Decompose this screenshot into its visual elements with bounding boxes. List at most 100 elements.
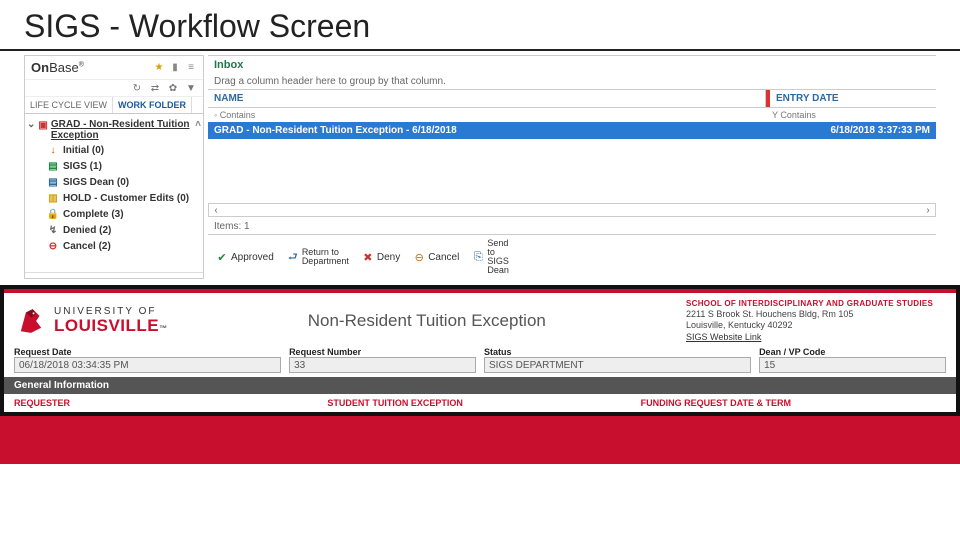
field-dean-code: Dean / VP Code 15 — [759, 347, 946, 373]
scroll-up-icon[interactable]: ˄ — [195, 119, 201, 130]
filter-name[interactable]: ◦ Contains — [208, 108, 766, 122]
column-header-row: NAME ENTRY DATE — [208, 89, 936, 108]
field-label: Request Date — [14, 347, 281, 357]
grid-body — [208, 139, 936, 201]
return-icon: ⮐ — [286, 250, 300, 264]
action-label: Dean — [487, 266, 509, 275]
chevron-down-icon[interactable]: ⌄ — [27, 119, 35, 130]
check-icon: ✔ — [215, 250, 229, 264]
deny-icon: ↯ — [47, 224, 59, 236]
app-container: OnBase® ★ ▮ ≡ ↻ ⇄ ✿ ▼ LIFE CYCLE VIEW WO… — [0, 51, 960, 279]
refresh-icon[interactable]: ↻ — [131, 82, 143, 94]
tree-root[interactable]: ⌄ ▣ GRAD - Non-Resident Tuition Exceptio… — [27, 118, 201, 142]
document-icon: ▤ — [47, 160, 59, 172]
workflow-tree: ⌄ ▣ GRAD - Non-Resident Tuition Exceptio… — [25, 114, 203, 272]
col-requester: REQUESTER — [14, 398, 319, 408]
action-label: Approved — [231, 252, 274, 263]
field-request-number: Request Number 33 — [289, 347, 476, 373]
document-icon: ▤ — [47, 176, 59, 188]
action-return[interactable]: ⮐Return toDepartment — [283, 247, 352, 267]
horizontal-scrollbar[interactable]: ‹ › — [208, 203, 936, 217]
tab-lifecycle[interactable]: LIFE CYCLE VIEW — [25, 97, 113, 113]
tree-root-label: GRAD - Non-Resident Tuition Exception — [51, 119, 192, 141]
field-label: Dean / VP Code — [759, 347, 946, 357]
send-icon: ⎘ — [471, 250, 485, 264]
action-approved[interactable]: ✔Approved — [212, 249, 277, 265]
scroll-left-icon[interactable]: ‹ — [209, 205, 223, 216]
inbox-heading: Inbox — [208, 56, 936, 74]
action-label: Cancel — [428, 252, 459, 263]
gear-icon[interactable]: ✿ — [167, 82, 179, 94]
form-preview: UNIVERSITY OF LOUISVILLE™ Non-Resident T… — [0, 285, 960, 412]
table-row-selected[interactable]: GRAD - Non-Resident Tuition Exception - … — [208, 122, 936, 139]
department-block: SCHOOL OF INTERDISCIPLINARY AND GRADUATE… — [686, 299, 946, 343]
folder-icon: ▣ — [38, 119, 47, 131]
brand-logo: OnBase® — [31, 60, 84, 75]
tree-item-cancel[interactable]: ⊖ Cancel (2) — [47, 238, 201, 254]
items-count: Items: 1 — [208, 219, 936, 234]
tree-item-hold[interactable]: ▥HOLD - Customer Edits (0) — [47, 190, 201, 206]
sync-icon[interactable]: ⇄ — [149, 82, 161, 94]
group-hint: Drag a column header here to group by th… — [208, 74, 936, 89]
field-status: Status SIGS DEPARTMENT — [484, 347, 751, 373]
action-label: Deny — [377, 252, 400, 263]
form-title: Non-Resident Tuition Exception — [178, 311, 676, 331]
field-value[interactable]: 06/18/2018 03:34:35 PM — [14, 357, 281, 373]
sidebar: OnBase® ★ ▮ ≡ ↻ ⇄ ✿ ▼ LIFE CYCLE VIEW WO… — [24, 55, 204, 279]
field-label: Request Number — [289, 347, 476, 357]
col-student-exception: STUDENT TUITION EXCEPTION — [327, 398, 632, 408]
sidebar-footer — [25, 272, 203, 278]
flag-icon[interactable]: ▮ — [169, 62, 181, 74]
filter-date[interactable]: Y Contains — [766, 108, 936, 122]
section-general-info: General Information — [4, 377, 956, 394]
field-request-date: Request Date 06/18/2018 03:34:35 PM — [14, 347, 281, 373]
col-name[interactable]: NAME — [208, 90, 766, 107]
filter-icon[interactable]: ▼ — [185, 82, 197, 94]
form-header: UNIVERSITY OF LOUISVILLE™ Non-Resident T… — [4, 293, 956, 347]
x-icon: ✖ — [361, 250, 375, 264]
field-value[interactable]: 15 — [759, 357, 946, 373]
university-logo: UNIVERSITY OF LOUISVILLE™ — [14, 304, 168, 338]
dept-website-link[interactable]: SIGS Website Link — [686, 332, 946, 343]
tree-item-sigs-dean[interactable]: ▤SIGS Dean (0) — [47, 174, 201, 190]
minus-icon: ⊖ — [412, 250, 426, 264]
scroll-right-icon[interactable]: › — [921, 205, 935, 216]
row-name: GRAD - Non-Resident Tuition Exception - … — [208, 122, 766, 139]
tree-label: Complete (3) — [63, 209, 124, 220]
tree-label: SIGS (1) — [63, 161, 102, 172]
download-icon: ↓ — [47, 144, 59, 156]
slide-bottom-band — [0, 412, 960, 464]
star-icon[interactable]: ★ — [153, 62, 165, 74]
action-cancel[interactable]: ⊖Cancel — [409, 249, 462, 265]
col-entry-date[interactable]: ENTRY DATE — [766, 90, 936, 107]
tree-item-sigs[interactable]: ▤ SIGS (1) — [47, 158, 201, 174]
tree-item-denied[interactable]: ↯ Denied (2) — [47, 222, 201, 238]
sidebar-toolbar: ↻ ⇄ ✿ ▼ — [25, 80, 203, 97]
dept-addr1: 2211 S Brook St. Houchens Bldg, Rm 105 — [686, 309, 946, 320]
field-value[interactable]: SIGS DEPARTMENT — [484, 357, 751, 373]
cancel-icon: ⊖ — [47, 240, 59, 252]
tree-label: Initial (0) — [63, 145, 104, 156]
action-deny[interactable]: ✖Deny — [358, 249, 403, 265]
main-panel: Inbox Drag a column header here to group… — [208, 55, 936, 279]
tab-workfolder[interactable]: WORK FOLDER — [113, 97, 192, 113]
dept-addr2: Louisville, Kentucky 40292 — [686, 320, 946, 331]
subsection-headers: REQUESTER STUDENT TUITION EXCEPTION FUND… — [4, 394, 956, 412]
field-row: Request Date 06/18/2018 03:34:35 PM Requ… — [4, 347, 956, 377]
brand-bar: OnBase® ★ ▮ ≡ — [25, 56, 203, 80]
tree-item-initial[interactable]: ↓ Initial (0) — [47, 142, 201, 158]
tree-item-complete[interactable]: 🔒Complete (3) — [47, 206, 201, 222]
cardinal-icon — [14, 304, 48, 338]
slide-title: SIGS - Workflow Screen — [0, 0, 960, 51]
action-bar: ✔Approved ⮐Return toDepartment ✖Deny ⊖Ca… — [208, 234, 936, 279]
list-icon[interactable]: ≡ — [185, 62, 197, 74]
col-funding-request: FUNDING REQUEST DATE & TERM — [641, 398, 946, 408]
field-value[interactable]: 33 — [289, 357, 476, 373]
sidebar-tabs: LIFE CYCLE VIEW WORK FOLDER — [25, 97, 203, 114]
action-send-dean[interactable]: ⎘SendtoSIGSDean — [468, 238, 512, 276]
tree-label: Cancel (2) — [63, 241, 111, 252]
tree-label: Denied (2) — [63, 225, 111, 236]
dept-name: SCHOOL OF INTERDISCIPLINARY AND GRADUATE… — [686, 299, 946, 309]
tree-label: HOLD - Customer Edits (0) — [63, 193, 189, 204]
field-label: Status — [484, 347, 751, 357]
